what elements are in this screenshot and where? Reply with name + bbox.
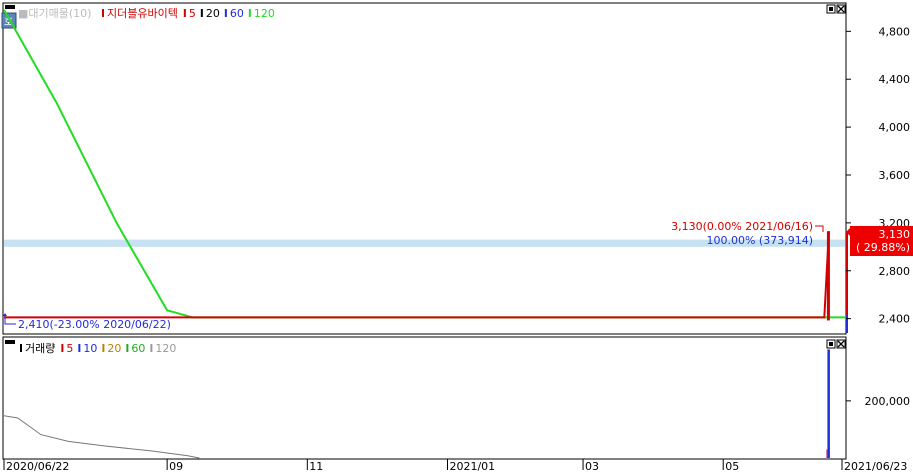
- volume-panel-restore-icon[interactable]: [826, 339, 836, 349]
- price-y-tick-label: 4,800: [879, 25, 911, 38]
- legend-swatch: [78, 344, 81, 352]
- price-y-tick-label: 4,000: [879, 121, 911, 134]
- panel-minimize-icon[interactable]: [5, 5, 15, 9]
- legend-swatch: [150, 344, 153, 352]
- legend-swatch: [126, 344, 129, 352]
- current-price-change: ( 29.88%): [856, 241, 910, 254]
- legend-swatch: [20, 344, 22, 352]
- volume-bar: [827, 349, 830, 458]
- price-y-tick-label: 2,400: [879, 313, 911, 326]
- volume-panel-minimize-icon[interactable]: [5, 340, 15, 344]
- ma60-edge-mark: [846, 314, 848, 333]
- price-y-tick-label: 4,400: [879, 73, 911, 86]
- price-candle: [826, 231, 830, 321]
- legend-item-5: 5: [66, 342, 73, 355]
- panel-close-icon[interactable]: [836, 4, 846, 14]
- legend-name: 지더블유바이텍: [107, 7, 178, 20]
- current-price-value: 3,130: [879, 228, 911, 241]
- x-tick-label: 09: [169, 460, 183, 473]
- legend-swatch: [102, 9, 104, 17]
- stock-chart: 호 ■대기매물(10) 지더블유바이텍 5 20 60 120 거래량 5 10 20 60 12…: [1, 2, 913, 473]
- x-tick-label: 2021/06/23: [844, 460, 907, 473]
- legend-swatch: [248, 9, 251, 17]
- price-panel-frame: [2, 2, 847, 335]
- legend-name: 거래량: [25, 342, 55, 355]
- legend-swatch: [224, 9, 227, 17]
- last-price-tag: 3,130(0.00% 2021/06/16): [671, 220, 813, 233]
- legend-swatch: [183, 9, 186, 17]
- legend-item-20: 20: [107, 342, 121, 355]
- x-tick-label: 03: [585, 460, 599, 473]
- volume-panel-close-icon[interactable]: [836, 339, 846, 349]
- panel-restore-icon[interactable]: [826, 4, 836, 14]
- price-y-tick-label: 3,600: [879, 169, 911, 182]
- low-price-tag: 2,410(-23.00% 2020/06/22): [18, 318, 171, 331]
- x-tick-label: 11: [309, 460, 323, 473]
- legend-item-120: 120: [155, 342, 176, 355]
- legend-supply-label: ■대기매물(10): [18, 7, 91, 20]
- x-tick-label: 05: [725, 460, 739, 473]
- volume-ma-spike: [826, 449, 828, 458]
- legend-item-10: 10: [83, 342, 97, 355]
- legend-item-20: 20: [206, 7, 220, 20]
- x-tick-label: 2021/01: [449, 460, 495, 473]
- legend-item-5: 5: [189, 7, 196, 20]
- x-tick-label: 2020/06/22: [6, 460, 69, 473]
- volume-y-tick-label: 200,000: [865, 395, 911, 408]
- price-y-tick-label: 2,800: [879, 265, 911, 278]
- legend-item-60: 60: [230, 7, 244, 20]
- legend-item-60: 60: [131, 342, 145, 355]
- band-volume-label: 100.00% (373,914): [706, 234, 813, 247]
- legend-item-120: 120: [254, 7, 275, 20]
- volume-panel-frame: [2, 336, 847, 460]
- legend-swatch: [200, 9, 203, 17]
- legend-swatch: [61, 344, 64, 352]
- legend-swatch: [102, 344, 105, 352]
